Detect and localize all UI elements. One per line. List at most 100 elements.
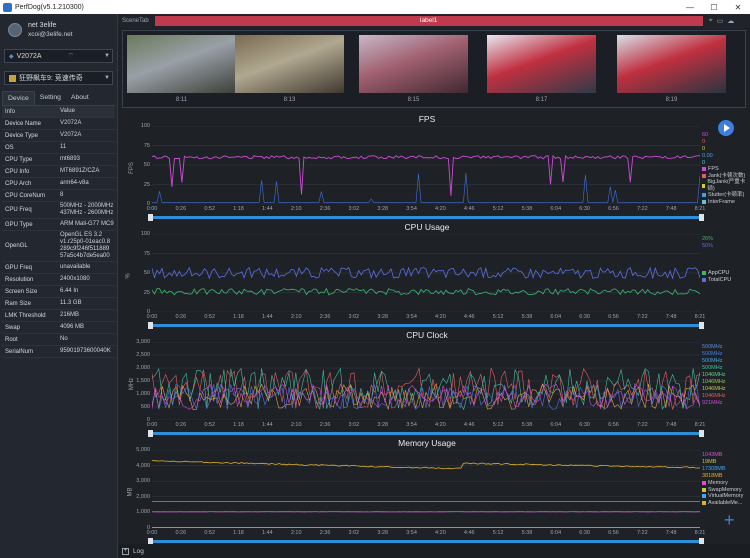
charts-area: FPS FPS 100 75 50 25 0 0:00 0:26 0:52 1:18 1:44 2:10… <box>122 112 746 545</box>
x-tick: 6:30 <box>579 530 590 536</box>
scene-tab-label[interactable]: SceneTab <box>118 18 153 24</box>
current-value: 1046MHz <box>702 372 726 378</box>
device-select[interactable]: ◆ V2072A ⌔ ▼ <box>4 49 113 63</box>
maximize-icon[interactable]: ☐ <box>702 3 726 12</box>
tab-setting[interactable]: Setting <box>35 91 66 105</box>
current-value: 1046MHz <box>702 393 726 399</box>
series-available-memory <box>152 460 700 470</box>
y-tick: 25 <box>143 289 150 296</box>
legend-item[interactable]: InterFrame <box>702 199 746 206</box>
time-range-slider[interactable] <box>148 214 704 221</box>
cloud-icon[interactable]: ☁ <box>727 17 734 25</box>
x-tick: 3:02 <box>348 422 360 428</box>
x-tick: 6:30 <box>579 206 590 212</box>
minimize-icon[interactable]: — <box>678 3 702 12</box>
tab-about[interactable]: About <box>66 91 94 105</box>
location-icon[interactable]: ⌖ <box>709 17 713 25</box>
table-row: Device Name V2072A <box>2 118 115 130</box>
legend-item[interactable]: AvailableMe... <box>702 500 743 507</box>
y-tick: 2,000 <box>136 493 150 500</box>
current-value: 921MHz <box>702 400 723 406</box>
screenshot-thumb[interactable]: 8:11 <box>127 35 236 103</box>
table-row: OpenGL OpenGL ES 3.2 v1.r25p0-01eac0.8 28… <box>2 231 115 262</box>
legend-swatch <box>702 487 706 492</box>
current-value: 0 <box>702 139 706 145</box>
legend-item[interactable]: TotalCPU <box>702 277 731 284</box>
row-key: Root <box>5 336 18 343</box>
plot-area[interactable] <box>152 126 700 204</box>
chart-fps: FPS FPS 100 75 50 25 0 0:00 0:26 0:52 1:18 1:44 2:10… <box>122 112 746 221</box>
screenshot-thumb[interactable]: 8:17 <box>487 35 596 103</box>
row-value: 216MB <box>60 312 80 318</box>
avatar[interactable] <box>8 23 22 37</box>
row-value: V2072A <box>60 132 82 138</box>
x-tick: 5:38 <box>521 422 533 428</box>
x-tick: 6:56 <box>608 422 619 428</box>
x-tick: 0:26 <box>175 206 187 212</box>
x-tick: 4:20 <box>435 314 446 320</box>
x-tick: 6:04 <box>550 314 562 320</box>
x-tick: 1:44 <box>262 314 273 320</box>
x-tick: 0:26 <box>175 530 187 536</box>
scene-label-bar[interactable]: label1 <box>154 16 703 26</box>
x-tick: 4:20 <box>435 206 446 212</box>
row-value: 2400x1080 <box>60 276 90 282</box>
folder-icon[interactable]: ▭ <box>717 17 724 25</box>
plot-area[interactable] <box>152 450 700 528</box>
legend-swatch <box>702 271 706 276</box>
screenshot-strip[interactable]: 8:11 8:13 8:15 8:17 8:19 <box>122 30 746 108</box>
log-label[interactable]: Log <box>133 548 144 555</box>
tab-device[interactable]: Device <box>2 91 35 105</box>
legend-swatch <box>702 277 706 282</box>
row-value: 6.44 In <box>60 288 79 294</box>
current-value: 500MHz <box>702 365 723 371</box>
x-tick: 1:44 <box>262 422 273 428</box>
x-tick: 0:52 <box>204 422 216 428</box>
row-key: CPU Freq <box>5 207 32 213</box>
window-controls: — ☐ ✕ <box>678 3 750 12</box>
add-chart-icon[interactable]: + <box>724 510 735 531</box>
app-select[interactable]: 狂野飙车9: 竞速传奇 ▼ <box>4 71 113 85</box>
sidebar: net 3elife xcoi@3elife.net ◆ V2072A ⌔ ▼ … <box>0 14 118 558</box>
screenshot-time: 8:17 <box>535 97 548 103</box>
table-row: Ram Size 11.3 GB <box>2 298 115 310</box>
chart-cpu: CPU Usage% 100 75 50 25 0 0:00 0:26 0:52 1:18 1:44… <box>122 220 746 329</box>
x-tick: 0:26 <box>175 314 187 320</box>
time-range-slider[interactable] <box>148 322 704 329</box>
x-tick: 7:22 <box>636 206 648 212</box>
device-info-table: Info Value Device Name V2072A Device Type V… <box>2 106 115 358</box>
screenshot-thumb[interactable]: 8:15 <box>359 35 468 103</box>
x-axis: 0:00 0:26 0:52 1:18 1:44 2:10 2:36 3:02 3:28 3:54… <box>147 206 706 214</box>
row-value: 500MHz - 2000MHz 437MHz - 2600MHz <box>60 203 114 216</box>
x-tick: 0:00 <box>146 530 158 536</box>
user-panel: net 3elife xcoi@3elife.net <box>0 14 117 46</box>
chart-mem: Memory Usage MB 5,000 4,000 3,000 2,000 1,000 0… <box>122 436 746 545</box>
screenshot-thumb[interactable]: 8:19 <box>617 35 726 103</box>
x-tick: 5:38 <box>521 530 533 536</box>
chart-legend: AppCPU TotalCPU <box>702 270 731 283</box>
current-value: 500MHz <box>702 344 723 350</box>
x-tick: 3:02 <box>348 314 360 320</box>
table-row: CPU Freq 500MHz - 2000MHz 437MHz - 2600MH… <box>2 202 115 219</box>
x-axis: 0:00 0:26 0:52 1:18 1:44 2:10 2:36 3:02 3:28 3:54… <box>147 530 706 538</box>
x-tick: 0:00 <box>146 206 158 212</box>
time-range-slider[interactable] <box>148 430 704 437</box>
x-tick: 8:21 <box>694 422 706 428</box>
x-tick: 5:12 <box>492 530 504 536</box>
close-icon[interactable]: ✕ <box>726 3 750 12</box>
row-key: Swap <box>5 324 21 331</box>
screenshot-thumb[interactable]: 8:13 <box>235 35 344 103</box>
plot-area[interactable] <box>152 342 700 420</box>
time-range-slider[interactable] <box>148 538 704 545</box>
log-toggle-icon[interactable]: + <box>122 547 129 555</box>
plot-area[interactable] <box>152 234 700 312</box>
legend-item[interactable]: BigJank(严重卡顿) <box>702 179 746 192</box>
x-tick: 6:04 <box>550 422 562 428</box>
screenshot-time: 8:15 <box>407 97 420 103</box>
x-tick: 3:02 <box>348 530 360 536</box>
row-key: CPU Type <box>5 156 33 163</box>
x-tick: 2:36 <box>319 422 331 428</box>
row-key: CPU CoreNum <box>5 192 46 199</box>
play-button[interactable] <box>718 120 734 136</box>
y-tick: 100 <box>140 231 150 237</box>
